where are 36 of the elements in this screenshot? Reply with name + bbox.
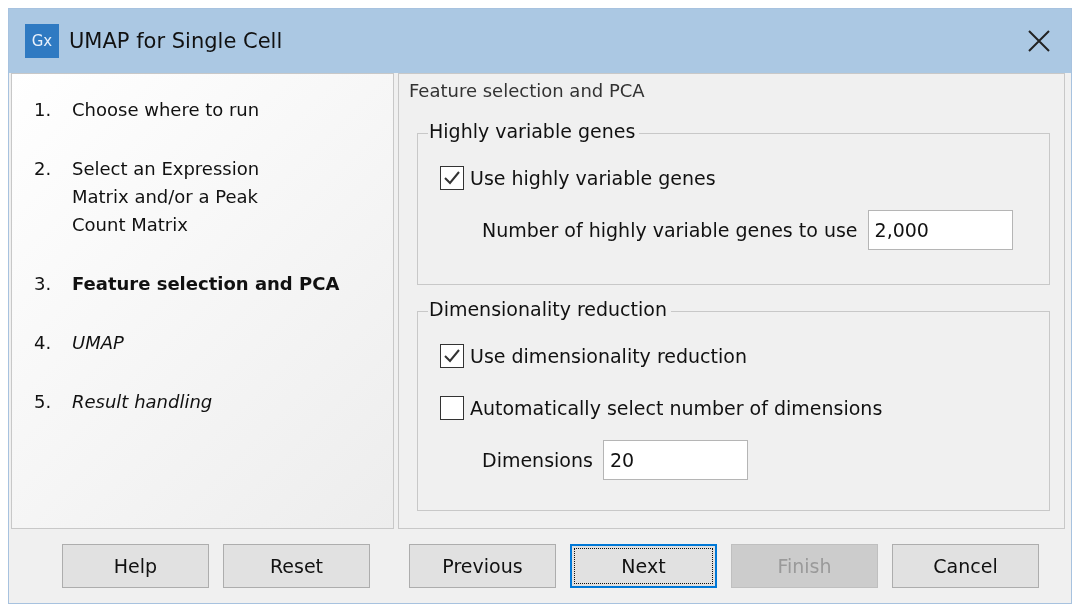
step-item[interactable]: 1. Choose where to run xyxy=(34,96,393,124)
step-label: Select an Expression Matrix and/or a Peak Count Matrix xyxy=(72,157,261,237)
dialog-button[interactable]: Next xyxy=(570,544,717,588)
step-item[interactable]: 2. Select an Expression Matrix and/or a Peak Count Matrix xyxy=(34,155,393,239)
checkbox-label: Use highly variable genes xyxy=(470,167,716,189)
step-number: 2. xyxy=(34,157,53,181)
step-label: UMAP xyxy=(72,331,125,355)
dialog-button[interactable]: Cancel xyxy=(892,544,1039,588)
checkbox-label: Automatically select number of dimensions xyxy=(470,397,883,419)
close-icon xyxy=(1027,29,1051,53)
group-title: Dimensionality reduction xyxy=(428,298,671,320)
app-icon: Gx xyxy=(25,24,59,58)
step-item[interactable]: 5. Result handling xyxy=(34,388,393,416)
step-number: 3. xyxy=(34,272,53,296)
step-label: Result handling xyxy=(72,390,214,414)
window-title: UMAP for Single Cell xyxy=(69,29,284,53)
step-number: 5. xyxy=(34,390,53,414)
checkbox[interactable] xyxy=(440,396,464,420)
input-field[interactable]: 2,000 xyxy=(867,210,1013,250)
group-title: Highly variable genes xyxy=(428,120,640,142)
step-item[interactable]: 4. UMAP xyxy=(34,329,393,357)
checkbox[interactable] xyxy=(440,344,464,368)
step-number: 1. xyxy=(34,98,53,122)
checkbox[interactable] xyxy=(440,166,464,190)
dialog-button[interactable]: Previous xyxy=(409,544,556,588)
input-field[interactable]: 20 xyxy=(602,440,748,480)
step-label: Feature selection and PCA xyxy=(72,272,341,296)
dialog-button[interactable]: Help xyxy=(62,544,209,588)
step-item[interactable]: 3. Feature selection and PCA xyxy=(34,270,393,298)
page-title: Feature selection and PCA xyxy=(409,80,646,101)
dialog-button[interactable]: Reset xyxy=(223,544,370,588)
step-label: Choose where to run xyxy=(72,98,261,122)
checkbox-label: Use dimensionality reduction xyxy=(470,345,747,367)
step-number: 4. xyxy=(34,331,53,355)
field-label: Dimensions xyxy=(482,449,593,471)
field-label: Number of highly variable genes to use xyxy=(482,219,858,241)
